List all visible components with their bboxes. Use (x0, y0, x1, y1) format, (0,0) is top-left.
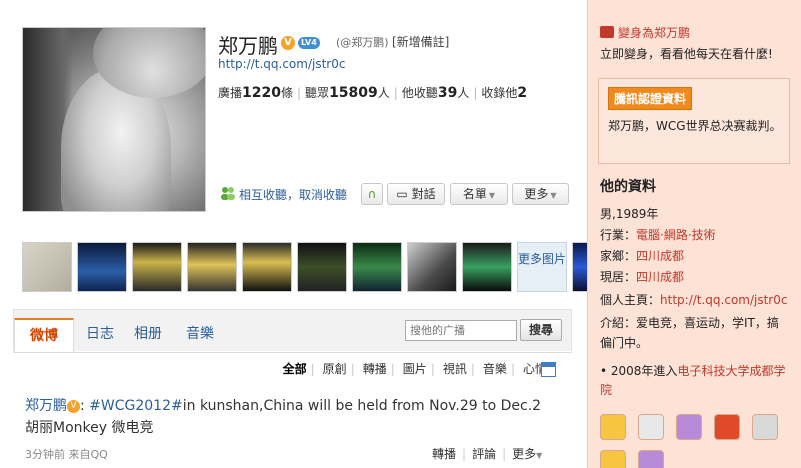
chevron-down-icon: ▼ (536, 451, 543, 460)
verified-icon: V (67, 399, 80, 413)
mask-icon (600, 26, 614, 38)
intro: 介紹：爱电竞，喜运动，学IT，搞偏门中。 (600, 316, 779, 350)
mutual-follow-icon (221, 187, 235, 200)
hometown-line: 家鄉：四川成都 (600, 249, 685, 263)
residence-link[interactable]: 四川成都 (636, 270, 684, 284)
education: • 2008年進入电子科技大学成都学院 (600, 364, 786, 397)
search-button[interactable]: 搜尋 (520, 319, 562, 341)
photo-thumbnail[interactable] (297, 242, 347, 292)
broadcast-stat[interactable]: 廣播1220條 (218, 85, 293, 101)
homepage-link[interactable]: http://t.qq.com/jstr0c (660, 293, 787, 307)
listeners-stat[interactable]: 聽眾15809人 (305, 85, 390, 101)
he-listens-stat[interactable]: 他收聽39人 (402, 85, 470, 101)
profile-url-link[interactable]: http://t.qq.com/jstr0c (218, 57, 345, 71)
add-remark-link[interactable]: [新增備註] (392, 33, 449, 50)
phone-icon[interactable] (752, 414, 778, 440)
more-button[interactable]: 更多 ▼ (512, 183, 569, 205)
hometown-link[interactable]: 四川成都 (636, 249, 684, 263)
main-column: 郑万鹏 V LV4 (@郑万鹏) [新增備註] http://t.qq.com/… (0, 0, 622, 468)
chat-icon: ▭ (396, 187, 412, 201)
filter-original[interactable]: 原創 (323, 362, 347, 376)
certification-text: 郑万鹏，WCG世界总决赛裁判。 (608, 119, 782, 133)
repost-button[interactable]: 轉播 (432, 447, 456, 461)
photo-thumbnail[interactable] (352, 242, 402, 292)
photo-thumbnail[interactable] (407, 242, 457, 292)
medal-icon[interactable] (638, 414, 664, 440)
level-badge[interactable]: LV4 (298, 37, 320, 49)
industry-link[interactable]: 電腦·網路·技術 (636, 228, 716, 242)
filter-video[interactable]: 視訊 (443, 362, 467, 376)
tab-weibo[interactable]: 微博 (14, 318, 74, 352)
industry-line: 行業：電腦·網路·技術 (600, 228, 716, 242)
transform-link[interactable]: 變身為郑万鹏 (600, 24, 690, 41)
medal-icon[interactable] (714, 414, 740, 440)
filter-all[interactable]: 全部 (283, 362, 307, 376)
post-hashtag[interactable]: #WCG2012# (89, 398, 183, 414)
user-handle: (@郑万鹏) (336, 36, 389, 49)
list-button[interactable]: 名單 ▼ (450, 183, 508, 205)
chat-button[interactable]: ▭ 對話 (387, 183, 445, 205)
transform-desc: 立即變身，看看他每天在看什麼! (600, 47, 773, 61)
post-filters: 全部 | 原創 | 轉播 | 圖片 | 視訊 | 音樂 | 心情 (282, 362, 547, 376)
info-title: 他的資料 (600, 179, 656, 195)
search-input[interactable] (405, 320, 517, 341)
tab-album[interactable]: 相册 (134, 318, 162, 350)
headphones-icon: ∩ (367, 187, 377, 201)
medal-icon[interactable] (600, 450, 626, 468)
medal-icon[interactable] (676, 414, 702, 440)
listen-button[interactable]: ∩ (361, 183, 383, 205)
medal-icon[interactable] (638, 450, 664, 468)
more-photos-button[interactable]: 更多图片 (517, 242, 567, 292)
medal-icon[interactable] (600, 414, 626, 440)
chevron-down-icon: ▼ (488, 191, 496, 200)
gender-birth: 男,1989年 (600, 207, 659, 221)
photo-thumbnail[interactable] (462, 242, 512, 292)
post-author[interactable]: 郑万鹏 (25, 398, 67, 414)
photo-thumbnail[interactable] (132, 242, 182, 292)
photo-thumbnail[interactable] (77, 242, 127, 292)
post-actions: 轉播 | 評論 | 更多▼ (432, 447, 543, 461)
post-meta: 3分钟前 来自QQ (25, 448, 108, 461)
photo-strip (22, 242, 622, 292)
mutual-follow-link[interactable]: 相互收聽，取消收聽 (239, 186, 347, 203)
chevron-down-icon: ▼ (550, 191, 557, 200)
homepage-line: 個人主頁：http://t.qq.com/jstr0c (600, 293, 788, 307)
residence-line: 現居：四川成都 (600, 270, 685, 284)
post-item: 郑万鹏 V: #WCG2012#in kunshan,China will be … (25, 398, 542, 436)
verified-icon: V (281, 36, 295, 50)
certification-label[interactable]: 騰訊認證資料 (608, 87, 693, 110)
photo-thumbnail[interactable] (242, 242, 292, 292)
filter-music[interactable]: 音樂 (483, 362, 507, 376)
profile-stats: 廣播1220條 | 聽眾15809人 | 他收聽39人 | 收錄他2 (218, 85, 528, 101)
tab-music[interactable]: 音樂 (186, 318, 214, 350)
listens-him-stat[interactable]: 收錄他2 (481, 85, 527, 101)
tab-diary[interactable]: 日志 (86, 318, 114, 350)
filter-repost[interactable]: 轉播 (363, 362, 387, 376)
comment-button[interactable]: 評論 (472, 447, 496, 461)
photo-thumbnail[interactable] (22, 242, 72, 292)
avatar[interactable] (22, 27, 206, 212)
filter-image[interactable]: 圖片 (403, 362, 427, 376)
calendar-icon[interactable] (541, 362, 556, 377)
photo-thumbnail[interactable] (187, 242, 237, 292)
post-more-button[interactable]: 更多▼ (512, 447, 542, 461)
profile-name: 郑万鹏 (218, 34, 278, 58)
